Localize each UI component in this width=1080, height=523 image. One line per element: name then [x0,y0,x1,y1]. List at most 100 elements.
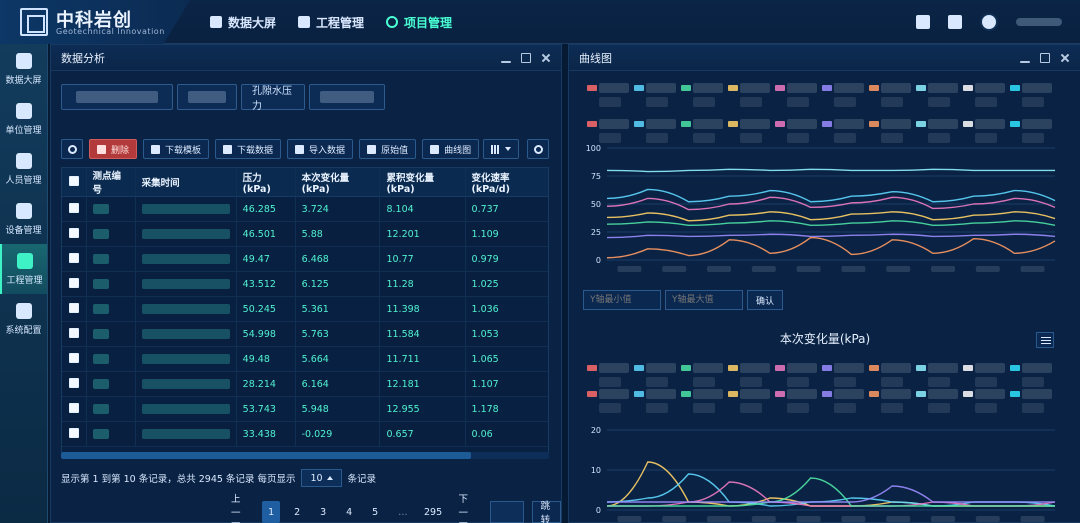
y-axis-min-input[interactable] [583,290,661,310]
close-icon[interactable] [541,53,551,63]
download-data-button[interactable]: 下载数据 [215,139,282,159]
legend-item[interactable] [869,387,913,415]
legend-item[interactable] [963,361,1007,389]
columns-toggle-button[interactable] [483,139,519,159]
table-row[interactable]: 33.438-0.0290.6570.060 [62,421,548,447]
header-collected-at[interactable]: 采集时间 [134,168,237,197]
sidebar-item-people-management[interactable]: 人员管理 [0,144,47,194]
legend-item[interactable] [728,81,772,109]
jump-page-input[interactable] [489,501,524,523]
last-page-button[interactable]: 295 [422,501,445,523]
table-row[interactable]: 50.2455.36111.3981.0360 [62,296,548,322]
legend-item[interactable] [775,81,819,109]
legend-item[interactable] [587,81,631,109]
table-row[interactable]: 46.2853.7248.1040.7370 [62,196,548,222]
legend-item[interactable] [1010,81,1054,109]
legend-item[interactable] [869,81,913,109]
trash-icon[interactable] [916,15,930,29]
legend-item[interactable] [681,387,725,415]
select-all-checkbox[interactable] [68,175,79,186]
legend-item[interactable] [916,361,960,389]
filter-redacted-2[interactable] [177,84,237,110]
legend-item[interactable] [728,361,772,389]
legend-item[interactable] [728,387,772,415]
legend-item[interactable] [916,387,960,415]
download-template-button[interactable]: 下载模板 [143,139,210,159]
header-pressure[interactable]: 压力(kPa) [235,168,296,197]
legend-item[interactable] [634,81,678,109]
legend-item[interactable] [775,361,819,389]
nav-item-data-screen[interactable]: 数据大屏 [210,14,276,31]
header-cumulative[interactable]: 累积变化量(kPa) [379,168,466,197]
row-checkbox[interactable] [68,427,79,438]
page-size-select[interactable]: 10 [301,469,342,487]
filter-redacted-1[interactable] [61,84,173,110]
filter-pore-water-pressure[interactable]: 孔隙水压力 [241,84,305,112]
header-rate[interactable]: 变化速率(kPa/d) [464,168,548,197]
page-2-button[interactable]: 2 [288,501,306,523]
row-checkbox[interactable] [68,402,79,413]
row-checkbox[interactable] [68,352,79,363]
legend-item[interactable] [681,81,725,109]
raw-values-button[interactable]: 原始值 [359,139,417,159]
row-checkbox[interactable] [68,327,79,338]
table-row[interactable]: 49.476.46810.770.9790 [62,246,548,272]
table-row[interactable]: 28.2146.16412.1811.1070 [62,371,548,397]
page-1-button[interactable]: 1 [262,501,281,523]
minimize-icon[interactable] [1020,60,1030,63]
sidebar-item-org-management[interactable]: 单位管理 [0,94,47,144]
legend-item[interactable] [963,81,1007,109]
brand-logo[interactable]: 中科岩创 Geotechnical Innovation [0,0,190,44]
legend-item[interactable] [775,387,819,415]
row-checkbox[interactable] [68,302,79,313]
row-checkbox[interactable] [68,277,79,288]
nav-item-project-management[interactable]: 工程管理 [298,14,364,31]
fullscreen-icon[interactable] [948,15,962,29]
legend-item[interactable] [587,361,631,389]
avatar[interactable] [980,13,998,31]
header-point-id[interactable]: 测点编号 [85,168,136,197]
row-checkbox[interactable] [68,202,79,213]
horizontal-scrollbar[interactable] [61,452,549,459]
next-page-button[interactable]: 下一页 [452,494,481,523]
row-checkbox[interactable] [68,227,79,238]
close-icon[interactable] [1060,53,1070,63]
legend-item[interactable] [1010,387,1054,415]
legend-item[interactable] [822,387,866,415]
delete-button[interactable]: 删除 [89,139,138,159]
table-row[interactable]: 49.485.66411.7111.0650 [62,346,548,372]
chart-menu-button[interactable] [1036,332,1054,348]
page-5-button[interactable]: 5 [366,501,384,523]
legend-item[interactable] [634,387,678,415]
table-row[interactable]: 53.7435.94812.9551.1780 [62,396,548,422]
table-row[interactable]: 46.5015.8812.2011.1090 [62,221,548,247]
y-axis-max-input[interactable] [665,290,743,310]
legend-item[interactable] [681,361,725,389]
sidebar-item-system-config[interactable]: 系统配置 [0,294,47,344]
nav-item-item-management[interactable]: 项目管理 [386,14,452,31]
horizontal-scrollbar-thumb[interactable] [61,452,471,459]
legend-item[interactable] [869,361,913,389]
legend-item[interactable] [963,387,1007,415]
page-3-button[interactable]: 3 [314,501,332,523]
row-checkbox[interactable] [68,377,79,388]
header-delta[interactable]: 本次变化量(kPa) [294,168,380,197]
restore-icon[interactable] [1040,52,1050,63]
sidebar-item-data-screen[interactable]: 数据大屏 [0,44,47,94]
sidebar-item-project-management[interactable]: 工程管理 [0,244,47,294]
refresh-button[interactable] [61,139,83,159]
search-button[interactable] [527,139,549,159]
table-row[interactable]: 54.9985.76311.5841.0530 [62,321,548,347]
import-data-button[interactable]: 导入数据 [287,139,354,159]
row-checkbox[interactable] [68,252,79,263]
legend-item[interactable] [822,361,866,389]
prev-page-button[interactable]: 上一页 [225,494,254,523]
confirm-button[interactable]: 确认 [747,290,784,310]
filter-redacted-3[interactable] [309,84,385,110]
minimize-icon[interactable] [501,60,511,63]
legend-item[interactable] [916,81,960,109]
legend-item[interactable] [587,387,631,415]
table-row[interactable]: 43.5126.12511.281.0250 [62,271,548,297]
legend-item[interactable] [1010,361,1054,389]
sidebar-item-device-management[interactable]: 设备管理 [0,194,47,244]
